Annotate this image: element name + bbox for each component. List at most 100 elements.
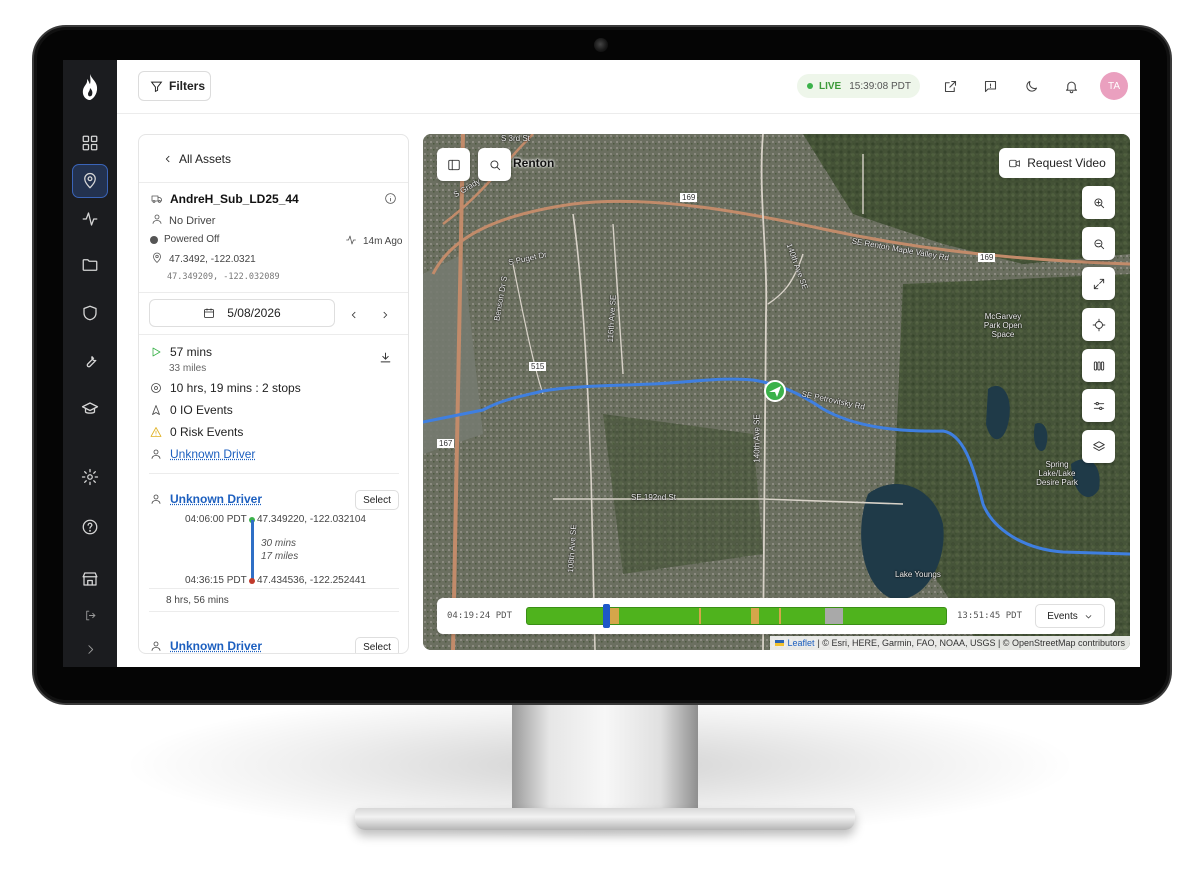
nav-logout[interactable] (72, 598, 108, 632)
last-seen-text: 14m Ago (363, 236, 403, 247)
coords-text: 47.3492, -122.0321 (169, 254, 256, 265)
filters-label: Filters (169, 79, 206, 93)
locate-button[interactable] (1082, 308, 1115, 341)
moon-icon (1025, 80, 1037, 92)
nav-settings[interactable] (72, 460, 108, 494)
map-columns-icon (1093, 360, 1104, 371)
filters-button[interactable]: Filters (138, 71, 211, 101)
request-video-button[interactable]: Request Video (999, 148, 1115, 178)
timeline-track[interactable] (526, 607, 947, 625)
feedback-button[interactable] (980, 76, 1000, 96)
person-icon (152, 214, 162, 224)
zoom-out-icon (1093, 238, 1104, 249)
drive-time-row: 57 mins (150, 345, 212, 359)
timeline-segment (779, 608, 781, 624)
trip-end-coords: 47.434536, -122.252441 (257, 575, 366, 586)
map-label: 140th Ave SE (752, 414, 762, 463)
section-divider (149, 473, 399, 474)
timeline-segment (609, 608, 619, 624)
dark-mode-toggle[interactable] (1021, 76, 1041, 96)
trip-driver-row: Unknown Driver (150, 492, 262, 506)
chevron-left-icon (165, 155, 170, 162)
risk-events-text: 0 Risk Events (170, 425, 244, 439)
next-day-button[interactable] (380, 307, 392, 319)
app-logo-icon (82, 74, 98, 100)
nav-map[interactable] (72, 164, 108, 198)
user-avatar[interactable]: TA (1100, 72, 1128, 100)
driver-link-row: Unknown Driver (150, 447, 255, 461)
io-events-text: 0 IO Events (170, 403, 233, 417)
asset-detail-panel: All Assets AndreH_Sub_LD25_44 No Driver … (138, 134, 409, 654)
top-header: Filters LIVE 15:39:08 PDT TA (117, 60, 1140, 114)
map-label-shield: 515 (529, 362, 547, 371)
shield-icon (83, 305, 97, 321)
back-to-all-assets[interactable]: All Assets (139, 135, 408, 183)
nav-training[interactable] (72, 392, 108, 426)
chevron-right-icon (87, 644, 93, 654)
live-status-badge: LIVE 15:39:08 PDT (797, 74, 920, 98)
play-icon (152, 347, 161, 357)
dashboard-icon (82, 135, 98, 151)
nav-rail (63, 60, 117, 667)
expand-icon (1093, 278, 1104, 289)
store-icon (82, 572, 98, 586)
asset-name: AndreH_Sub_LD25_44 (151, 192, 299, 206)
date-picker[interactable]: 5/08/2026 (149, 299, 335, 327)
trip-select-button[interactable]: Select (355, 490, 399, 510)
satellite-map (423, 134, 1130, 650)
previous-day-button[interactable] (349, 307, 361, 319)
activity-icon (346, 235, 356, 245)
download-button[interactable] (379, 351, 392, 369)
section-divider (149, 611, 399, 612)
warning-icon (150, 427, 162, 437)
map-settings-button[interactable] (1082, 389, 1115, 422)
person-icon (151, 449, 161, 459)
map-label: SE 192nd St (631, 493, 676, 502)
wrench-icon (86, 356, 97, 368)
nav-maintenance[interactable] (72, 344, 108, 378)
section-divider (139, 334, 408, 335)
nav-activity[interactable] (72, 202, 108, 236)
nav-expand[interactable] (72, 632, 108, 666)
drive-time-text: 57 mins (170, 345, 213, 359)
driver-row: No Driver (151, 213, 215, 228)
map-layers-button[interactable] (1082, 430, 1115, 463)
leaflet-link[interactable]: Leaflet (787, 638, 814, 648)
map-view-button[interactable] (1082, 349, 1115, 382)
location-pin-icon (84, 172, 96, 189)
video-camera-icon (1009, 159, 1021, 167)
asset-info-button[interactable] (384, 192, 397, 210)
nav-safety[interactable] (72, 296, 108, 330)
trip-select-button[interactable]: Select (355, 637, 399, 653)
map-label-shield: 169 (978, 253, 996, 262)
timeline-end-time: 13:51:45 PDT (957, 611, 1023, 621)
nav-store[interactable] (72, 562, 108, 596)
map-view[interactable]: Renton S 3rd St SE Renton Maple Valley R… (423, 134, 1130, 650)
last-seen-row: 14m Ago (345, 234, 402, 249)
sidebar-icon (447, 159, 460, 170)
navigation-icon (152, 405, 160, 415)
fullscreen-button[interactable] (1082, 267, 1115, 300)
timeline-playhead[interactable] (603, 604, 610, 628)
map-search-button[interactable] (478, 148, 511, 181)
notifications-button[interactable] (1061, 76, 1081, 96)
nav-files[interactable] (72, 248, 108, 282)
monitor-stand-base (355, 808, 855, 830)
folder-icon (82, 259, 98, 271)
trip-end-time: 04:36:15 PDT (185, 575, 247, 586)
person-icon (151, 494, 161, 504)
zoom-out-button[interactable] (1082, 227, 1115, 260)
nav-help[interactable] (72, 510, 108, 544)
trip-driver-link[interactable]: Unknown Driver (170, 639, 262, 653)
driver-link[interactable]: Unknown Driver (170, 447, 255, 461)
nav-dashboard[interactable] (72, 126, 108, 160)
download-icon (380, 352, 391, 363)
back-label: All Assets (179, 151, 232, 166)
external-link-button[interactable] (940, 76, 960, 96)
toggle-panel-button[interactable] (437, 148, 470, 181)
events-dropdown[interactable]: Events (1035, 604, 1105, 628)
attribution-credits: | © Esri, HERE, Garmin, FAO, NOAA, USGS … (817, 638, 1125, 648)
trip-driver-link[interactable]: Unknown Driver (170, 492, 262, 506)
zoom-in-button[interactable] (1082, 186, 1115, 219)
info-icon (385, 193, 396, 204)
